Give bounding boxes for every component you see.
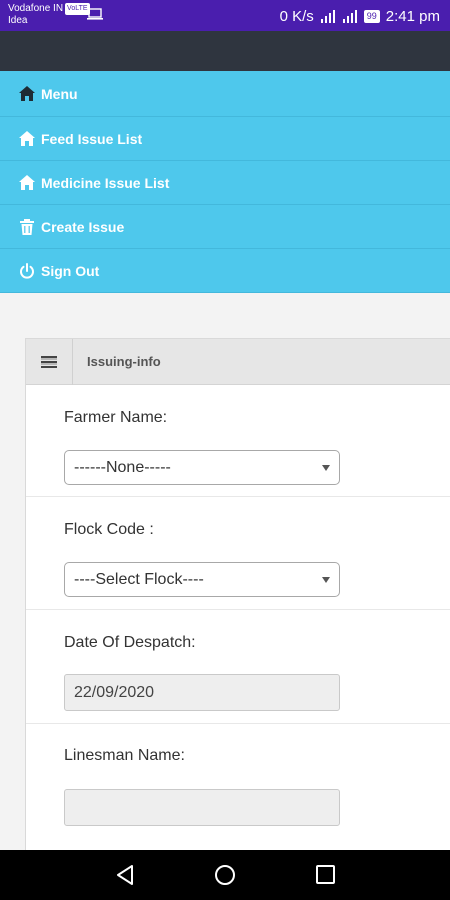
linesman-name-group: Linesman Name:: [26, 724, 450, 844]
laptop-icon: [87, 8, 103, 20]
flock-code-select[interactable]: ----Select Flock----: [64, 562, 340, 597]
dropdown-caret-icon: [322, 465, 330, 471]
flock-code-group: Flock Code : ----Select Flock----: [26, 497, 450, 610]
recents-icon[interactable]: [313, 864, 337, 886]
main-content: Issuing-info Farmer Name: ------None----…: [0, 293, 450, 850]
farmer-name-label: Farmer Name:: [64, 409, 168, 426]
flock-code-label: Flock Code :: [64, 521, 154, 538]
farmer-name-select[interactable]: ------None-----: [64, 450, 340, 485]
home-icon: [19, 86, 35, 102]
back-icon[interactable]: [113, 864, 137, 886]
signal-icon: [320, 9, 335, 23]
farmer-name-group: Farmer Name: ------None-----: [26, 385, 450, 497]
linesman-name-label: Linesman Name:: [64, 747, 185, 764]
panel-header: Issuing-info: [26, 338, 450, 385]
nav-item-label: Sign Out: [41, 262, 100, 279]
nav-item-create-issue[interactable]: Create Issue: [0, 205, 450, 249]
date-of-despatch-value: 22/09/2020: [74, 683, 155, 701]
signal-icon: [342, 9, 357, 23]
nav-item-sign-out[interactable]: Sign Out: [0, 249, 450, 293]
flock-code-value: ----Select Flock----: [74, 570, 204, 588]
date-of-despatch-group: Date Of Despatch: 22/09/2020: [26, 610, 450, 724]
nav-item-label: Menu: [41, 85, 78, 102]
nav-item-label: Feed Issue List: [41, 130, 143, 147]
trash-icon: [19, 218, 35, 235]
linesman-name-field[interactable]: [64, 789, 340, 826]
carrier-info: Vodafone IN VoLTE Idea: [8, 3, 90, 27]
farmer-name-value: ------None-----: [74, 458, 171, 476]
nav-menu: Menu Feed Issue List Medicine Issue List…: [0, 71, 450, 293]
volte-badge: VoLTE: [65, 3, 90, 15]
carrier-name: Vodafone IN: [8, 3, 64, 14]
status-bar: Vodafone IN VoLTE Idea 0 K/s 99 2:41 pm: [0, 0, 450, 31]
nav-item-label: Medicine Issue List: [41, 174, 170, 191]
battery-icon: 99: [363, 9, 380, 23]
clock: 2:41 pm: [385, 7, 440, 25]
date-of-despatch-label: Date Of Despatch:: [64, 634, 196, 651]
app-bar: [0, 31, 450, 71]
system-nav-bar: [0, 850, 450, 900]
date-of-despatch-field[interactable]: 22/09/2020: [64, 674, 340, 711]
dropdown-caret-icon: [322, 577, 330, 583]
home-icon: [19, 175, 35, 191]
nav-item-menu[interactable]: Menu: [0, 71, 450, 117]
home-icon: [19, 131, 35, 147]
nav-item-feed-issue-list[interactable]: Feed Issue List: [0, 117, 450, 161]
nav-item-medicine-issue-list[interactable]: Medicine Issue List: [0, 161, 450, 205]
list-icon[interactable]: [26, 338, 73, 385]
home-circle-icon[interactable]: [213, 864, 237, 886]
nav-item-label: Create Issue: [41, 218, 125, 235]
carrier-name-secondary: Idea: [8, 15, 28, 26]
panel-title: Issuing-info: [87, 354, 161, 369]
power-icon: [19, 262, 35, 279]
status-indicators: 0 K/s 99 2:41 pm: [280, 6, 440, 26]
network-speed: 0 K/s: [279, 7, 314, 25]
issuing-info-panel: Issuing-info Farmer Name: ------None----…: [25, 338, 450, 850]
